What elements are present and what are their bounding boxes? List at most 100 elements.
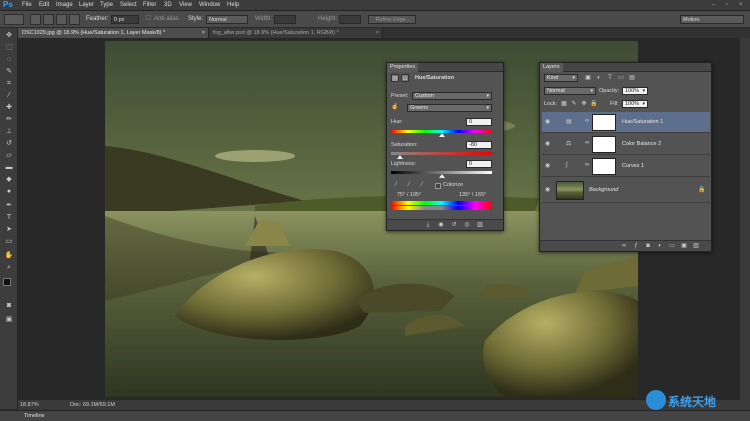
close-icon[interactable]: × [739,0,743,11]
tab-dsc1029[interactable]: DSC1029.jpg @ 18.9% (Hue/Saturation 1, L… [18,28,209,38]
shape-tool-icon[interactable]: ▭ [4,238,14,246]
feather-input[interactable]: 0 px [111,15,139,24]
filter-type-icon[interactable]: T [606,74,614,82]
eyedropper-minus-icon[interactable]: ⁄ [418,181,426,189]
workspace-select[interactable]: Motion [680,15,744,24]
gradient-tool-icon[interactable]: ▬ [4,164,14,172]
eye-icon[interactable]: ◉ [545,140,553,148]
layer-mask-thumbnail[interactable] [592,114,616,131]
background-thumbnail[interactable] [556,181,584,200]
eyedropper-icon[interactable]: ⁄ [392,181,400,189]
antialias-checkbox[interactable]: ☐ [146,11,151,28]
color-range-bar-top[interactable] [391,201,492,205]
dodge-tool-icon[interactable]: ● [4,188,14,196]
menu-help[interactable]: Help [227,0,239,11]
add-selection-icon[interactable] [43,14,54,25]
opacity-input[interactable]: 100% [622,87,648,95]
intersect-selection-icon[interactable] [69,14,80,25]
new-layer-icon[interactable]: ▣ [680,242,688,250]
crop-tool-icon[interactable]: ⌗ [4,80,14,88]
tab-fog-after[interactable]: fog_after.psd @ 18.9% (Hue/Saturation 1,… [209,28,383,38]
layer-hue-saturation[interactable]: ◉ ▤ ∞ Hue/Saturation 1 [542,112,710,133]
maximize-icon[interactable]: ▫ [726,0,728,11]
filter-adjustment-icon[interactable]: ◐ [595,74,603,82]
add-mask-icon[interactable]: ◙ [644,242,652,250]
minimize-icon[interactable]: – [712,0,715,11]
menu-image[interactable]: Image [56,0,73,11]
path-select-tool-icon[interactable]: ➤ [4,226,14,234]
stamp-tool-icon[interactable]: ⊥ [4,128,14,136]
marquee-tool-icon[interactable]: ⬚ [4,44,14,52]
history-brush-tool-icon[interactable]: ↺ [4,140,14,148]
menu-window[interactable]: Window [199,0,220,11]
colorize-checkbox[interactable] [435,183,441,189]
saturation-slider-thumb[interactable] [397,155,403,159]
lasso-tool-icon[interactable]: ◌ [4,56,14,64]
eye-icon[interactable]: ◉ [545,186,553,194]
lock-transparent-icon[interactable]: ▦ [560,100,568,108]
healing-tool-icon[interactable]: ✚ [4,104,14,112]
eye-icon[interactable]: ◉ [545,118,553,126]
filter-pixel-icon[interactable]: ▣ [584,74,592,82]
quick-mask-icon[interactable]: ◙ [4,302,14,310]
screen-mode-icon[interactable]: ▣ [4,316,14,324]
eraser-tool-icon[interactable]: ▱ [4,152,14,160]
filter-kind-select[interactable]: Kind [544,74,578,82]
lock-position-icon[interactable]: ✥ [580,100,588,108]
tool-preset-picker[interactable] [4,14,24,25]
hand-tool-icon[interactable]: ✋ [4,252,14,260]
blend-mode-select[interactable]: Normal [544,87,596,95]
hue-input[interactable]: 0 [466,118,492,126]
pen-tool-icon[interactable]: ✒ [4,202,14,210]
eye-icon[interactable]: ◉ [545,162,553,170]
brush-tool-icon[interactable]: ✏ [4,116,14,124]
targeted-adjust-hand-icon[interactable]: ☝ [391,103,399,111]
link-layers-icon[interactable]: ∞ [620,242,628,250]
layers-tab[interactable]: Layers [540,63,563,72]
delete-layer-icon[interactable]: ▥ [692,242,700,250]
filter-smart-icon[interactable]: ▤ [628,74,636,82]
lightness-slider-thumb[interactable] [439,174,445,178]
link-icon[interactable]: ∞ [585,140,589,146]
quick-select-tool-icon[interactable]: ✎ [4,68,14,76]
channel-select[interactable]: Greens [407,104,492,112]
clip-to-layer-icon[interactable]: ⤓ [424,221,432,229]
layer-curves[interactable]: ◉ ∫ ∞ Curves 1 [542,156,710,177]
width-input[interactable] [274,15,296,24]
properties-tab[interactable]: Properties [387,63,419,72]
menu-select[interactable]: Select [120,0,137,11]
lock-all-icon[interactable]: 🔒 [590,100,598,108]
tab-close-icon[interactable]: × [202,28,205,38]
move-tool-icon[interactable]: ✥ [4,32,14,40]
filter-shape-icon[interactable]: ▭ [617,74,625,82]
new-selection-icon[interactable] [30,14,41,25]
layer-mask-thumbnail[interactable] [592,158,616,175]
style-select[interactable]: Normal [206,15,248,24]
delete-icon[interactable]: ▥ [476,221,484,229]
menu-file[interactable]: File [22,0,32,11]
fill-input[interactable]: 100% [622,100,648,108]
foreground-color-swatch[interactable] [3,278,11,286]
zoom-tool-icon[interactable]: ⌕ [4,264,14,272]
tab-close-icon[interactable]: × [376,28,379,38]
saturation-input[interactable]: -80 [466,141,492,149]
refine-edge-button[interactable]: Refine Edge... [368,15,416,24]
timeline-tab[interactable]: Timeline [24,411,45,421]
visibility-icon[interactable]: ◎ [463,221,471,229]
layer-style-icon[interactable]: ƒ [632,242,640,250]
menu-layer[interactable]: Layer [79,0,94,11]
new-group-icon[interactable]: ▭ [668,242,676,250]
layer-background[interactable]: ◉ Background 🔒 [542,178,710,203]
eyedropper-plus-icon[interactable]: ⁄ [405,181,413,189]
subtract-selection-icon[interactable] [56,14,67,25]
menu-3d[interactable]: 3D [164,0,172,11]
menu-type[interactable]: Type [100,0,113,11]
menu-view[interactable]: View [179,0,192,11]
eyedropper-tool-icon[interactable]: ⁄ [4,92,14,100]
mask-icon[interactable]: ◘ [401,74,409,82]
saturation-slider[interactable] [391,152,492,155]
vertical-scrollbar[interactable] [740,38,750,400]
height-input[interactable] [339,15,361,24]
view-previous-icon[interactable]: ◉ [437,221,445,229]
reset-icon[interactable]: ↺ [450,221,458,229]
